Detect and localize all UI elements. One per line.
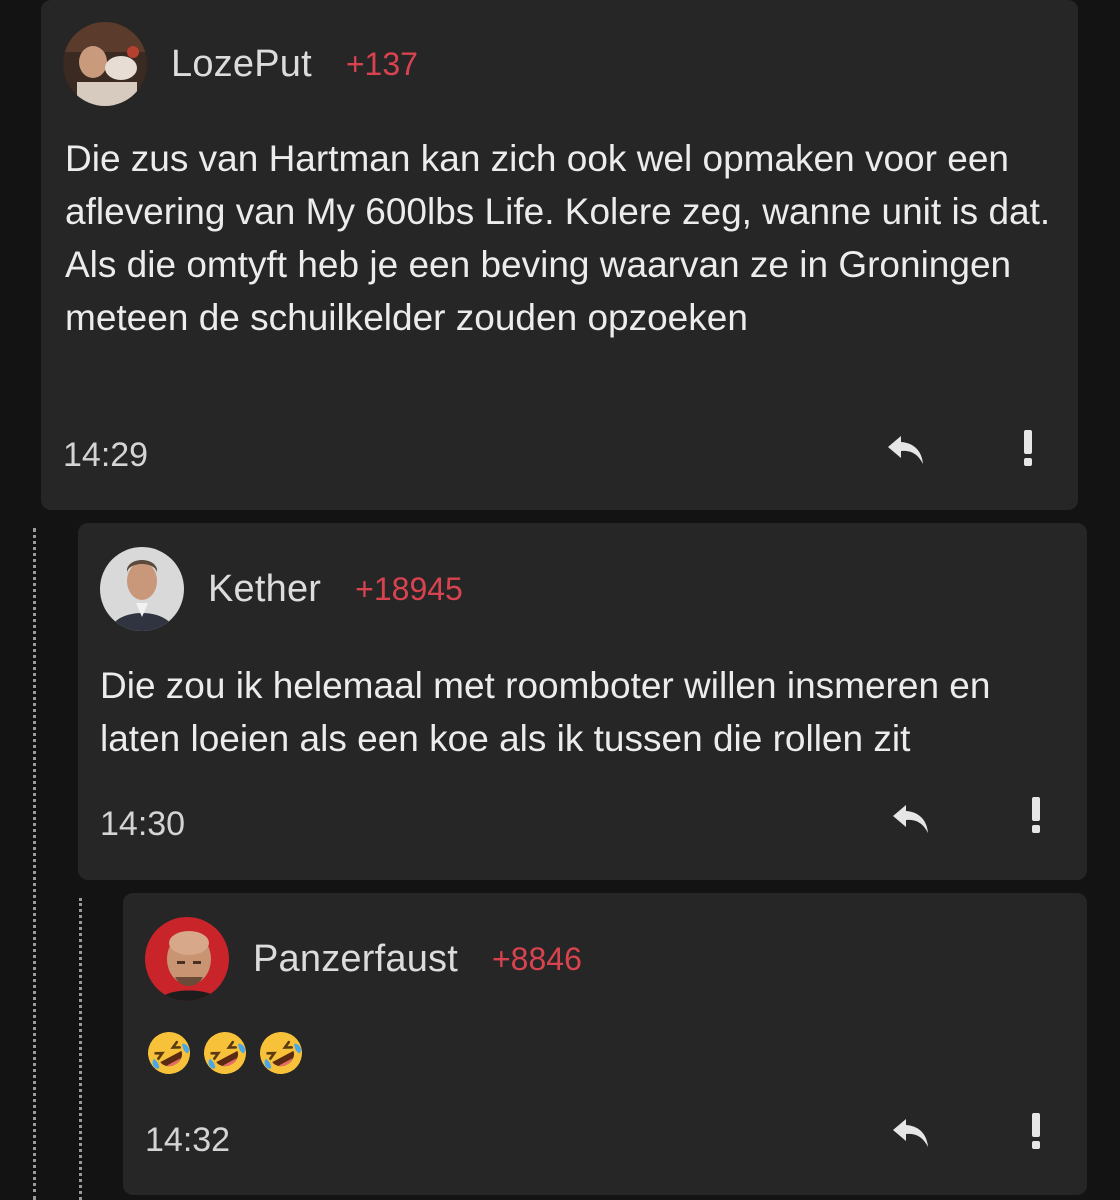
user-avatar[interactable] — [100, 547, 184, 631]
thread-line-level-1 — [33, 528, 36, 1200]
username[interactable]: Panzerfaust — [253, 938, 458, 981]
comment-header: Panzerfaust +8846 — [145, 917, 582, 1001]
comment-time: 14:32 — [145, 1121, 231, 1159]
comment-header: LozePut +137 — [63, 22, 418, 106]
rolling-on-floor-laughing-icon — [148, 1032, 190, 1074]
comment-card: Panzerfaust +8846 14:32 — [123, 893, 1087, 1195]
user-avatar[interactable] — [63, 22, 147, 106]
user-avatar[interactable] — [145, 917, 229, 1001]
comment-time: 14:29 — [63, 436, 149, 474]
reply-arrow-icon[interactable] — [885, 432, 929, 468]
exclamation-icon[interactable] — [1020, 428, 1036, 468]
rolling-on-floor-laughing-icon — [204, 1032, 246, 1074]
comment-emojis — [145, 1029, 305, 1077]
username[interactable]: LozePut — [171, 43, 312, 86]
reply-arrow-icon[interactable] — [890, 801, 934, 837]
comment-thread: LozePut +137 Die zus van Hartman kan zic… — [0, 0, 1120, 1200]
thread-line-level-2 — [79, 898, 82, 1200]
comment-card: LozePut +137 Die zus van Hartman kan zic… — [41, 0, 1078, 510]
user-score: +18945 — [355, 570, 463, 607]
rolling-on-floor-laughing-icon — [260, 1032, 302, 1074]
comment-text: Die zus van Hartman kan zich ook wel opm… — [65, 138, 1051, 338]
exclamation-icon[interactable] — [1028, 795, 1044, 835]
comment-time: 14:30 — [100, 805, 186, 843]
comment-text: Die zou ik helemaal met roomboter willen… — [100, 665, 991, 759]
reply-arrow-icon[interactable] — [890, 1115, 934, 1151]
user-score: +137 — [345, 45, 418, 82]
username[interactable]: Kether — [208, 568, 321, 611]
user-score: +8846 — [491, 940, 582, 977]
comment-header: Kether +18945 — [100, 547, 463, 631]
exclamation-icon[interactable] — [1028, 1111, 1044, 1151]
comment-card: Kether +18945 Die zou ik helemaal met ro… — [78, 523, 1087, 880]
